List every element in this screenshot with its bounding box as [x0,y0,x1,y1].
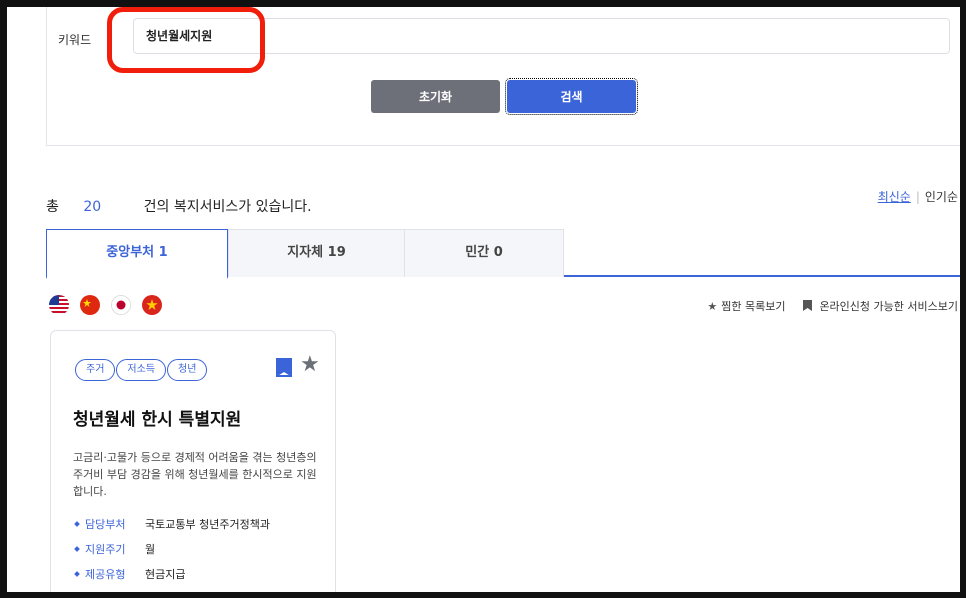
favorites-link[interactable]: 찜한 목록보기 [721,300,785,313]
sort-divider: | [915,190,920,204]
bookmark-icon [799,300,815,313]
keyword-label: 키워드 [58,33,92,47]
result-count: 총 20 건의 복지서비스가 있습니다. [46,196,312,216]
online-apply-link[interactable]: 온라인신청 가능한 서비스보기 [819,300,958,313]
tag-housing[interactable]: 주거 [75,359,116,381]
result-prefix: 총 [46,199,59,215]
list-links: ★ 찜한 목록보기 온라인신청 가능한 서비스보기 [707,298,958,314]
sort-options: 최신순 | 인기순 [878,188,958,205]
info-key: 담당부처 [85,518,126,531]
us-flag-icon[interactable] [49,295,69,315]
star-icon: ★ [707,300,718,313]
card-title[interactable]: 청년월세 한시 특별지원 [73,405,241,430]
favorite-star-icon[interactable]: ★ [300,354,320,376]
card-info: 담당부처 국토교통부 청년주거정책과 지원주기 월 제공유형 현금지급 [73,512,333,587]
japan-flag-icon[interactable] [111,295,131,315]
info-row: 담당부처 국토교통부 청년주거정책과 [73,512,333,537]
info-value: 현금지급 [145,568,186,581]
china-flag-icon[interactable] [80,295,100,315]
result-number: 20 [83,199,102,215]
info-row: 제공유형 현금지급 [73,562,333,587]
search-button[interactable]: 검색 [505,78,638,115]
reset-button[interactable]: 초기화 [371,80,500,113]
tab-private[interactable]: 민간 0 [404,229,564,277]
page-frame: 키워드 청년월세지원 초기화 검색 총 20 건의 복지서비스가 있습니다. 최… [7,7,960,592]
service-card[interactable]: 주거 저소득 청년 ★ 청년월세 한시 특별지원 고금리·고물가 등으로 경제적 어… [50,330,336,592]
keyword-input[interactable]: 청년월세지원 [133,18,950,54]
tab-local[interactable]: 지자체 19 [228,229,405,277]
tab-central[interactable]: 중앙부처 1 [46,229,228,279]
tag-low-income[interactable]: 저소득 [116,359,167,381]
vietnam-flag-icon[interactable] [142,295,162,315]
result-suffix: 건의 복지서비스가 있습니다. [143,199,312,215]
sort-latest[interactable]: 최신순 [878,190,911,204]
info-key: 지원주기 [85,543,126,556]
category-tabs: 중앙부처 1 지자체 19 민간 0 [46,229,960,279]
info-row: 지원주기 월 [73,537,333,562]
info-key: 제공유형 [85,568,126,581]
bookmark-icon[interactable] [275,358,293,382]
info-value: 월 [145,543,156,556]
tag-youth[interactable]: 청년 [167,359,208,381]
card-description: 고금리·고물가 등으로 경제적 어려움을 겪는 청년층의 주거비 부담 경감을 … [73,451,317,498]
info-value: 국토교통부 청년주거정책과 [145,518,270,531]
sort-popular[interactable]: 인기순 [925,190,958,204]
card-tags: 주거 저소득 청년 [75,357,208,381]
